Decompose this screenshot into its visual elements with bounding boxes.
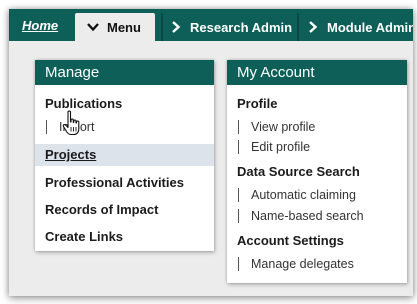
menu-item-projects-label: Projects [45,147,97,162]
manage-menu-panel: Manage Publications Import Projects Prof… [35,60,214,251]
menu-item-professional-activities[interactable]: Professional Activities [35,175,214,190]
section-account-settings: Account Settings [237,233,344,248]
menu-item-name-based-search[interactable]: Name-based search [238,209,407,223]
hand-cursor-icon [62,110,84,138]
tab-menu-label: Menu [107,19,141,35]
menu-item-projects[interactable]: Projects [35,144,214,166]
menu-item-view-profile[interactable]: View profile [238,120,407,134]
menu-item-create-links[interactable]: Create Links [35,229,214,244]
tab-module-admin-label: Module Admin [327,19,413,35]
nav-home-link[interactable]: Home [22,18,58,33]
chevron-right-icon [306,20,320,34]
menu-item-automatic-claiming[interactable]: Automatic claiming [238,188,407,202]
tab-research-admin-label: Research Admin [190,19,293,35]
tab-menu[interactable]: Menu [75,13,155,41]
menu-item-edit-profile[interactable]: Edit profile [238,140,407,154]
account-menu-title: My Account [227,60,407,85]
menu-item-records-of-impact[interactable]: Records of Impact [35,202,214,217]
section-data-source-search: Data Source Search [237,164,360,179]
account-menu-panel: My Account Profile View profile Edit pro… [227,60,407,283]
chevron-down-icon [86,20,100,34]
nav-divider [161,13,163,41]
app-window: Home Menu Research Admin Module Admin Ma… [9,9,413,296]
section-profile: Profile [237,96,278,111]
menu-item-manage-delegates[interactable]: Manage delegates [238,257,407,271]
tab-module-admin[interactable]: Module Admin [306,13,413,41]
tab-research-admin[interactable]: Research Admin [169,13,292,41]
top-nav-bar: Home Menu Research Admin Module Admin [9,9,413,41]
menu-item-publications[interactable]: Publications [35,96,214,111]
nav-divider [297,13,299,41]
manage-menu-title: Manage [35,60,214,85]
chevron-right-icon [169,20,183,34]
